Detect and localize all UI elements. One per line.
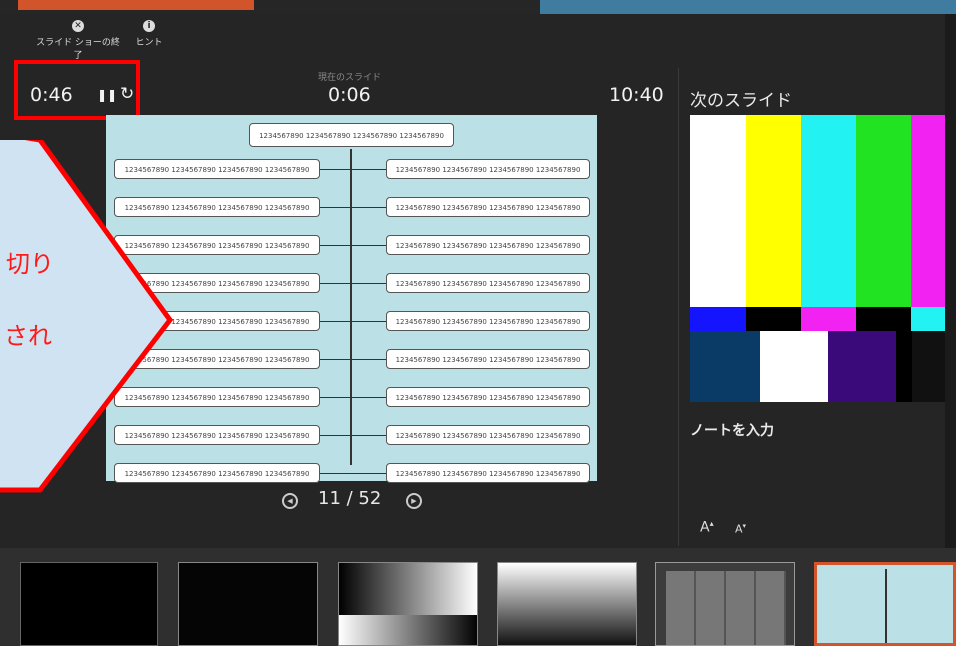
- org-horizontal-connector: [320, 169, 386, 170]
- org-right-box: 1234567890 1234567890 1234567890 1234567…: [386, 273, 590, 293]
- background-window-edge: [540, 0, 956, 14]
- end-slideshow-button[interactable]: ✕ スライド ショーの終了: [36, 20, 120, 61]
- previous-slide-button[interactable]: ◀: [282, 493, 298, 509]
- slide-thumbnail[interactable]: [178, 562, 318, 646]
- info-icon: i: [143, 20, 155, 32]
- org-right-box: 1234567890 1234567890 1234567890 1234567…: [386, 197, 590, 217]
- hint-label: ヒント: [135, 38, 163, 48]
- decrease-font-label: A: [735, 522, 743, 536]
- close-icon: ✕: [72, 20, 84, 32]
- current-slide-timer: 0:06: [328, 84, 371, 106]
- slide-thumbnail[interactable]: [20, 562, 158, 646]
- org-horizontal-connector: [320, 207, 386, 208]
- org-right-box: 1234567890 1234567890 1234567890 1234567…: [386, 311, 590, 331]
- notes-placeholder[interactable]: ノートを入力: [690, 420, 774, 440]
- increase-font-button[interactable]: A▴: [700, 519, 714, 536]
- next-slide-title: 次のスライド: [690, 91, 792, 111]
- clock: 10:40: [609, 84, 664, 106]
- slide-thumbnail[interactable]: [655, 562, 795, 646]
- org-horizontal-connector: [320, 321, 386, 322]
- hint-button[interactable]: i ヒント: [124, 20, 174, 54]
- timer-highlight-box: [14, 60, 140, 120]
- org-right-box: 1234567890 1234567890 1234567890 1234567…: [386, 159, 590, 179]
- org-right-box: 1234567890 1234567890 1234567890 1234567…: [386, 387, 590, 407]
- next-slide-button[interactable]: ▶: [406, 493, 422, 509]
- end-slideshow-label: スライド ショーの終了: [36, 38, 120, 61]
- org-horizontal-connector: [320, 473, 386, 474]
- callout-text-line2: され: [4, 322, 52, 350]
- org-horizontal-connector: [320, 245, 386, 246]
- current-slide-label: 現在のスライド: [318, 73, 382, 83]
- slide-thumbnail[interactable]: [497, 562, 637, 646]
- org-horizontal-connector: [320, 283, 386, 284]
- slide-thumbnail-current[interactable]: [814, 562, 956, 646]
- next-slide-preview[interactable]: [690, 115, 945, 402]
- org-vertical-connector: [350, 149, 352, 465]
- org-right-box: 1234567890 1234567890 1234567890 1234567…: [386, 349, 590, 369]
- panel-separator: [678, 68, 679, 546]
- slide-thumbnail[interactable]: [338, 562, 478, 646]
- org-horizontal-connector: [320, 397, 386, 398]
- increase-font-label: A: [700, 519, 710, 536]
- org-right-box: 1234567890 1234567890 1234567890 1234567…: [386, 235, 590, 255]
- presentation-progress-bar: [18, 0, 254, 10]
- org-top-box: 1234567890 1234567890 1234567890 1234567…: [249, 123, 454, 147]
- slide-counter: 11 / 52: [318, 488, 382, 509]
- org-right-box: 1234567890 1234567890 1234567890 1234567…: [386, 463, 590, 483]
- org-horizontal-connector: [320, 435, 386, 436]
- org-right-box: 1234567890 1234567890 1234567890 1234567…: [386, 425, 590, 445]
- org-horizontal-connector: [320, 359, 386, 360]
- callout-text-line1: 切り: [6, 250, 54, 278]
- decrease-font-button[interactable]: A▾: [735, 522, 746, 536]
